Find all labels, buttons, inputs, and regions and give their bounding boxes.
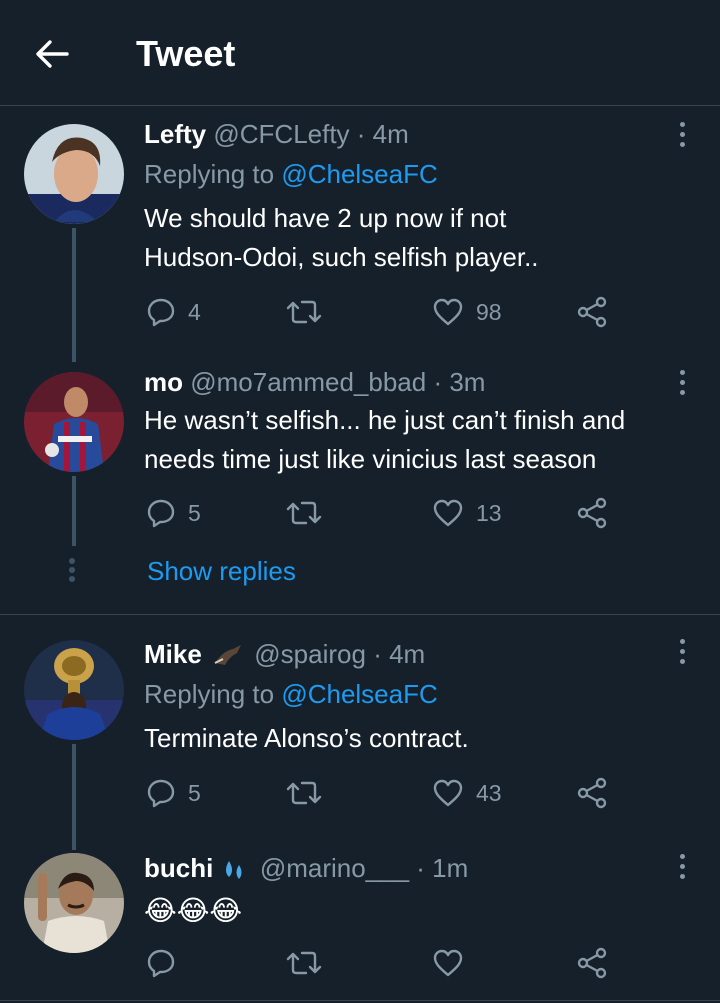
tweet-actions: 4 98 [0,292,720,332]
like-button[interactable] [432,943,464,983]
reply-icon [147,499,175,528]
avatar-buchi[interactable] [24,853,124,953]
user-handle[interactable]: @spairog [254,639,366,669]
show-replies-link[interactable]: Show replies [147,556,296,587]
heart-icon [433,779,463,807]
share-button[interactable] [576,493,608,533]
page-title: Tweet [136,33,236,74]
tweet-actions: 5 13 [0,493,720,533]
retweet-button[interactable] [286,493,322,533]
like-count: 13 [476,499,502,526]
reply-prefix: Replying to [144,679,282,709]
user-handle[interactable]: @CFCLefty [213,119,349,149]
heart-icon [433,298,463,326]
retweet-icon [286,951,322,975]
more-options-button[interactable] [668,364,696,400]
retweet-icon [286,781,322,805]
more-options-button[interactable] [668,848,696,884]
tweet-text-line: needs time just like vinicius last seaso… [144,444,597,474]
reply-icon [147,949,175,978]
user-handle[interactable]: @mo7ammed_bbad [190,367,426,397]
reply-handle-link[interactable]: @ChelseaFC [281,679,437,709]
more-options-button[interactable] [668,116,696,152]
thread-dots [67,558,77,582]
reply-handle-link[interactable]: @ChelseaFC [281,159,437,189]
app-header: Tweet [0,0,720,106]
heart-icon [433,949,463,977]
tweet-text: He wasn’t selfish... he just can’t finis… [144,401,694,479]
heart-icon [433,499,463,527]
retweet-icon [286,501,322,525]
tweet-text-line: He wasn’t selfish... he just can’t finis… [144,405,626,435]
reply-icon [147,779,175,808]
reply-button[interactable]: 5 [146,493,201,533]
reply-button[interactable] [146,943,176,983]
timestamp: · 3m [433,367,486,397]
like-count: 43 [476,779,502,806]
share-button[interactable] [576,773,608,813]
display-name[interactable]: Lefty [144,119,206,149]
reply-count: 5 [188,499,201,526]
reply-count: 5 [188,779,201,806]
reply-prefix: Replying to [144,159,282,189]
more-options-button[interactable] [668,633,696,669]
like-button[interactable]: 43 [432,773,502,813]
avatar-lefty[interactable] [24,124,124,224]
tweet-text-line: Terminate Alonso’s contract. [144,723,469,753]
retweet-button[interactable] [286,292,322,332]
share-icon [577,296,607,328]
user-handle[interactable]: @marino___ [260,853,409,883]
tweet-meta: buchi @marino___ · 1m [144,853,468,884]
back-button[interactable] [30,32,74,76]
like-button[interactable]: 13 [432,493,502,533]
retweet-button[interactable] [286,943,322,983]
display-name[interactable]: mo [144,367,183,397]
eagle-emoji-icon [214,645,242,666]
divider [0,1000,720,1001]
share-icon [577,777,607,809]
tweet-text: We should have 2 up now if not Hudson-Od… [144,199,694,277]
tweet-meta: mo @mo7ammed_bbad · 3m [144,367,485,398]
replying-to: Replying to @ChelseaFC [144,679,438,710]
reply-count: 4 [188,298,201,325]
retweet-button[interactable] [286,773,322,813]
avatar-mo[interactable] [24,372,124,472]
sweat-droplets-icon [225,861,242,880]
tweet-text: Terminate Alonso’s contract. [144,719,694,758]
reply-button[interactable]: 5 [146,773,201,813]
display-name[interactable]: Mike [144,639,202,669]
timestamp: · 4m [373,639,426,669]
avatar-mike[interactable] [24,640,124,740]
timestamp: · 4m [356,119,409,149]
reply-icon [147,298,175,327]
share-icon [577,497,607,529]
tweet-text: 😂😂😂 [144,894,243,927]
timestamp: · 1m [416,853,469,883]
divider [0,614,720,615]
like-count: 98 [476,298,502,325]
tweet-text-line: Hudson-Odoi, such selfish player.. [144,242,539,272]
replying-to: Replying to @ChelseaFC [144,159,438,190]
share-button[interactable] [576,292,608,332]
back-arrow-icon [36,40,69,68]
tweet-meta: Lefty @CFCLefty · 4m [144,119,409,150]
share-button[interactable] [576,943,608,983]
retweet-icon [286,300,322,324]
tweet-text-line: We should have 2 up now if not [144,203,507,233]
display-name[interactable]: buchi [144,853,213,883]
tweet-meta: Mike @spairog · 4m [144,639,425,670]
tweet-actions [0,943,720,983]
tweet-actions: 5 43 [0,773,720,813]
share-icon [577,947,607,979]
reply-button[interactable]: 4 [146,292,201,332]
like-button[interactable]: 98 [432,292,502,332]
